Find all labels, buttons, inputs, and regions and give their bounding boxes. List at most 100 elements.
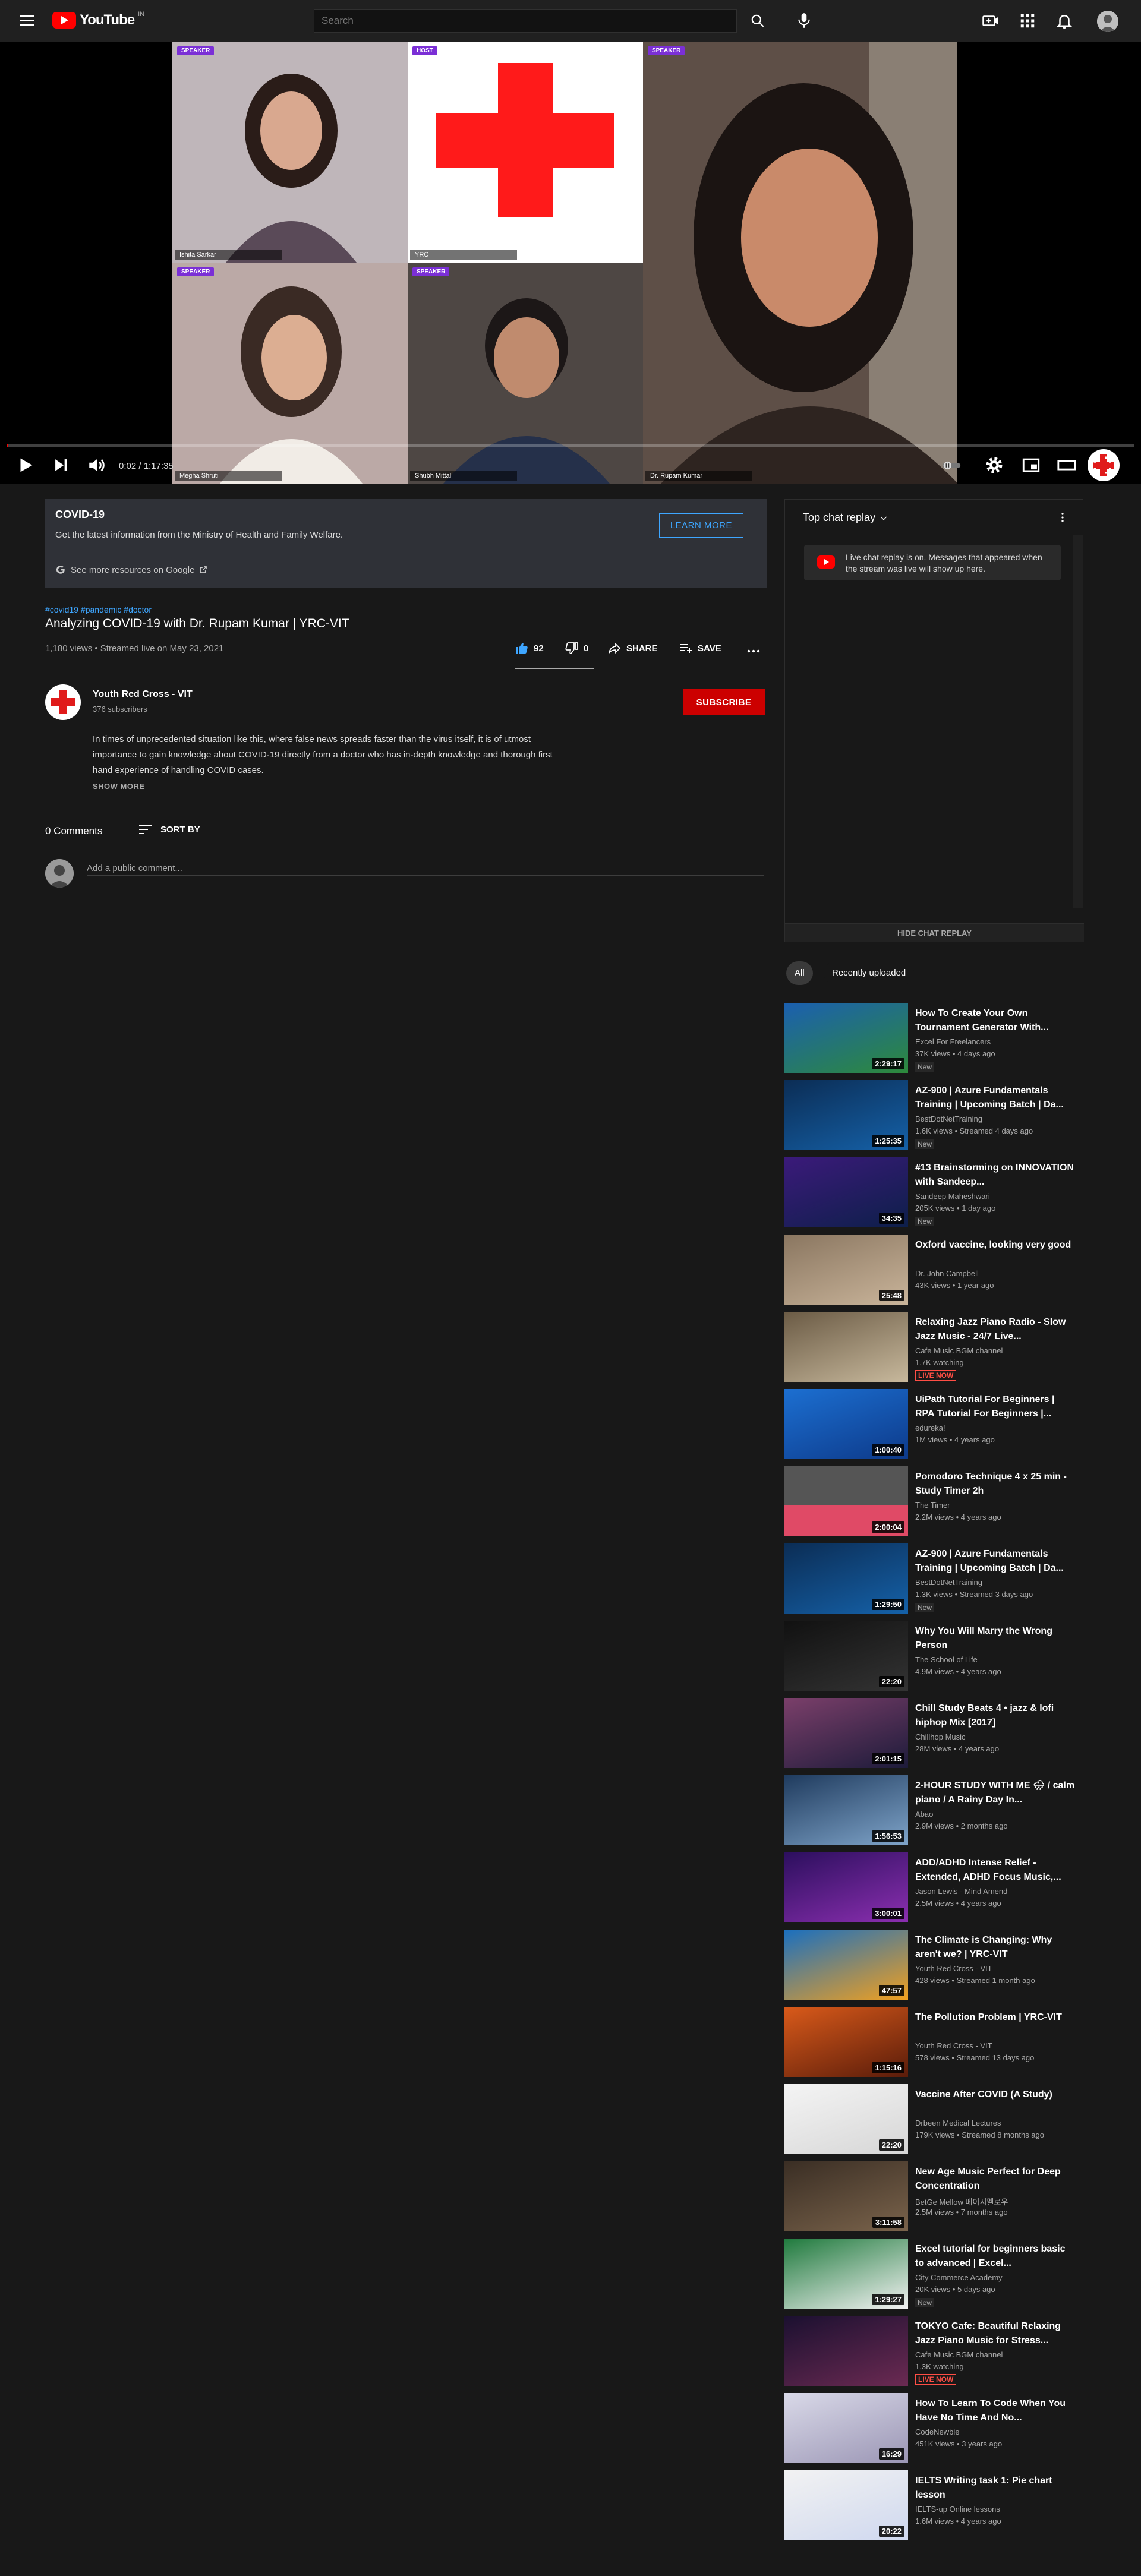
video-title[interactable]: #13 Brainstorming on INNOVATION with San… bbox=[915, 1161, 1076, 1189]
video-title[interactable]: Oxford vaccine, looking very good bbox=[915, 1238, 1076, 1252]
recommended-video[interactable]: Relaxing Jazz Piano Radio - Slow Jazz Mu… bbox=[784, 1312, 1082, 1382]
recommended-video[interactable]: 1:25:35 AZ-900 | Azure Fundamentals Train… bbox=[784, 1080, 1082, 1150]
channel-name[interactable]: Cafe Music BGM channel bbox=[915, 1346, 1003, 1355]
video-thumbnail[interactable]: 22:20 bbox=[784, 1621, 908, 1691]
video-thumbnail[interactable] bbox=[784, 1312, 908, 1382]
video-title[interactable]: Chill Study Beats 4 • jazz & lofi hiphop… bbox=[915, 1701, 1076, 1730]
video-title[interactable]: Excel tutorial for beginners basic to ad… bbox=[915, 2242, 1076, 2271]
microphone-icon[interactable] bbox=[796, 12, 812, 30]
account-avatar[interactable] bbox=[1097, 11, 1118, 32]
video-thumbnail[interactable] bbox=[784, 2316, 908, 2386]
recommended-video[interactable]: 3:00:01 ADD/ADHD Intense Relief - Extende… bbox=[784, 1852, 1082, 1922]
channel-name[interactable]: Excel For Freelancers bbox=[915, 1037, 991, 1046]
video-title[interactable]: 2-HOUR STUDY WITH ME 🌧 / calm piano / A … bbox=[915, 1779, 1076, 1807]
recommended-video[interactable]: 20:22 IELTS Writing task 1: Pie chart les… bbox=[784, 2470, 1082, 2540]
video-title[interactable]: AZ-900 | Azure Fundamentals Training | U… bbox=[915, 1084, 1076, 1112]
search-icon[interactable] bbox=[750, 13, 765, 29]
dislike-button[interactable]: 0 bbox=[565, 641, 588, 655]
recommended-video[interactable]: TOKYO Cafe: Beautiful Relaxing Jazz Pian… bbox=[784, 2316, 1082, 2386]
settings-gear-icon[interactable] bbox=[984, 455, 1004, 475]
save-button[interactable]: SAVE bbox=[679, 641, 721, 655]
channel-name[interactable]: Dr. John Campbell bbox=[915, 1269, 979, 1278]
video-thumbnail[interactable]: 22:20 bbox=[784, 2084, 908, 2154]
channel-name[interactable]: edureka! bbox=[915, 1423, 945, 1432]
video-title[interactable]: The Pollution Problem | YRC-VIT bbox=[915, 2010, 1076, 2025]
video-thumbnail[interactable]: 2:01:15 bbox=[784, 1698, 908, 1768]
video-thumbnail[interactable]: 1:29:27 bbox=[784, 2239, 908, 2309]
youtube-logo[interactable]: YouTube IN bbox=[52, 11, 144, 29]
channel-name[interactable]: Sandeep Maheshwari bbox=[915, 1192, 990, 1201]
volume-icon[interactable] bbox=[87, 455, 107, 475]
video-thumbnail[interactable]: 1:56:53 bbox=[784, 1775, 908, 1845]
apps-grid-icon[interactable] bbox=[1019, 12, 1036, 30]
recommended-video[interactable]: 2:01:15 Chill Study Beats 4 • jazz & lofi… bbox=[784, 1698, 1082, 1768]
play-icon[interactable] bbox=[15, 455, 36, 475]
like-button[interactable]: 92 bbox=[515, 641, 544, 655]
channel-name[interactable]: Abao bbox=[915, 1810, 933, 1819]
recommended-video[interactable]: 1:29:27 Excel tutorial for beginners basi… bbox=[784, 2239, 1082, 2309]
channel-name[interactable]: Youth Red Cross - VIT bbox=[915, 1964, 992, 1973]
channel-name[interactable]: Drbeen Medical Lectures bbox=[915, 2119, 1001, 2127]
sort-by-button[interactable]: SORT BY bbox=[138, 823, 200, 835]
chip-all[interactable]: All bbox=[786, 961, 813, 985]
channel-name[interactable]: Youth Red Cross - VIT bbox=[93, 689, 193, 700]
video-hashtags[interactable]: #covid19 #pandemic #doctor bbox=[45, 605, 152, 614]
video-thumbnail[interactable]: 20:22 bbox=[784, 2470, 908, 2540]
channel-name[interactable]: BestDotNetTraining bbox=[915, 1115, 982, 1123]
video-title[interactable]: Why You Will Marry the Wrong Person bbox=[915, 1624, 1076, 1653]
video-title[interactable]: How To Create Your Own Tournament Genera… bbox=[915, 1006, 1076, 1035]
video-thumbnail[interactable]: 34:35 bbox=[784, 1157, 908, 1227]
video-title[interactable]: Vaccine After COVID (A Study) bbox=[915, 2088, 1076, 2102]
video-thumbnail[interactable]: 25:48 bbox=[784, 1235, 908, 1305]
channel-name[interactable]: City Commerce Academy bbox=[915, 2273, 1003, 2282]
fullscreen-icon[interactable] bbox=[1092, 455, 1112, 475]
video-thumbnail[interactable]: 1:15:16 bbox=[784, 2007, 908, 2077]
recommended-video[interactable]: 2:00:04 Pomodoro Technique 4 x 25 min - S… bbox=[784, 1466, 1082, 1536]
chip-recently-uploaded[interactable]: Recently uploaded bbox=[824, 961, 915, 985]
channel-name[interactable]: The Timer bbox=[915, 1501, 950, 1510]
search-input[interactable] bbox=[314, 9, 737, 33]
channel-name[interactable]: Chillhop Music bbox=[915, 1732, 966, 1741]
hide-chat-replay-button[interactable]: HIDE CHAT REPLAY bbox=[785, 923, 1084, 942]
recommended-video[interactable]: 1:56:53 2-HOUR STUDY WITH ME 🌧 / calm pia… bbox=[784, 1775, 1082, 1845]
channel-name[interactable]: Jason Lewis - Mind Amend bbox=[915, 1887, 1007, 1896]
recommended-video[interactable]: 1:00:40 UiPath Tutorial For Beginners | R… bbox=[784, 1389, 1082, 1459]
share-button[interactable]: SHARE bbox=[607, 641, 658, 655]
recommended-video[interactable]: 1:15:16 The Pollution Problem | YRC-VIT Yo… bbox=[784, 2007, 1082, 2077]
video-player[interactable]: SPEAKER Ishita Sarkar HOST YRC SPEAKER D… bbox=[0, 42, 1141, 484]
video-title[interactable]: AZ-900 | Azure Fundamentals Training | U… bbox=[915, 1547, 1076, 1576]
video-title[interactable]: ADD/ADHD Intense Relief - Extended, ADHD… bbox=[915, 1856, 1076, 1884]
video-title[interactable]: Pomodoro Technique 4 x 25 min - Study Ti… bbox=[915, 1470, 1076, 1498]
recommended-video[interactable]: 16:29 How To Learn To Code When You Have … bbox=[784, 2393, 1082, 2463]
channel-avatar[interactable] bbox=[45, 684, 81, 720]
google-resources-link[interactable]: See more resources on Google bbox=[55, 564, 207, 575]
video-title[interactable]: How To Learn To Code When You Have No Ti… bbox=[915, 2397, 1076, 2425]
video-thumbnail[interactable]: 47:57 bbox=[784, 1930, 908, 2000]
theater-mode-icon[interactable] bbox=[1057, 455, 1077, 475]
channel-name[interactable]: BestDotNetTraining bbox=[915, 1578, 982, 1587]
channel-name[interactable]: CodeNewbie bbox=[915, 2427, 959, 2436]
channel-name[interactable]: Youth Red Cross - VIT bbox=[915, 2041, 992, 2050]
video-title[interactable]: TOKYO Cafe: Beautiful Relaxing Jazz Pian… bbox=[915, 2319, 1076, 2348]
recommended-video[interactable]: 2:29:17 How To Create Your Own Tournament… bbox=[784, 1003, 1082, 1073]
video-thumbnail[interactable]: 2:29:17 bbox=[784, 1003, 908, 1073]
chat-more-icon[interactable] bbox=[1057, 512, 1068, 523]
video-thumbnail[interactable]: 1:29:50 bbox=[784, 1543, 908, 1614]
next-icon[interactable] bbox=[51, 455, 71, 475]
more-actions-icon[interactable] bbox=[745, 644, 762, 658]
autoplay-toggle-icon[interactable] bbox=[941, 455, 962, 475]
recommended-video[interactable]: 1:29:50 AZ-900 | Azure Fundamentals Train… bbox=[784, 1543, 1082, 1614]
menu-icon[interactable] bbox=[18, 12, 36, 30]
chat-scrollbar[interactable] bbox=[1073, 535, 1083, 908]
video-thumbnail[interactable]: 2:00:04 bbox=[784, 1466, 908, 1536]
progress-bar[interactable] bbox=[7, 444, 1134, 447]
channel-name[interactable]: The School of Life bbox=[915, 1655, 978, 1664]
video-title[interactable]: Relaxing Jazz Piano Radio - Slow Jazz Mu… bbox=[915, 1315, 1076, 1344]
video-title[interactable]: New Age Music Perfect for Deep Concentra… bbox=[915, 2165, 1076, 2193]
learn-more-button[interactable]: LEARN MORE bbox=[658, 513, 743, 538]
video-title[interactable]: UiPath Tutorial For Beginners | RPA Tuto… bbox=[915, 1393, 1076, 1421]
show-more-button[interactable]: SHOW MORE bbox=[93, 782, 145, 791]
subscribe-button[interactable]: SUBSCRIBE bbox=[683, 689, 765, 715]
recommended-video[interactable]: 34:35 #13 Brainstorming on INNOVATION wit… bbox=[784, 1157, 1082, 1227]
create-video-icon[interactable] bbox=[982, 12, 1000, 30]
